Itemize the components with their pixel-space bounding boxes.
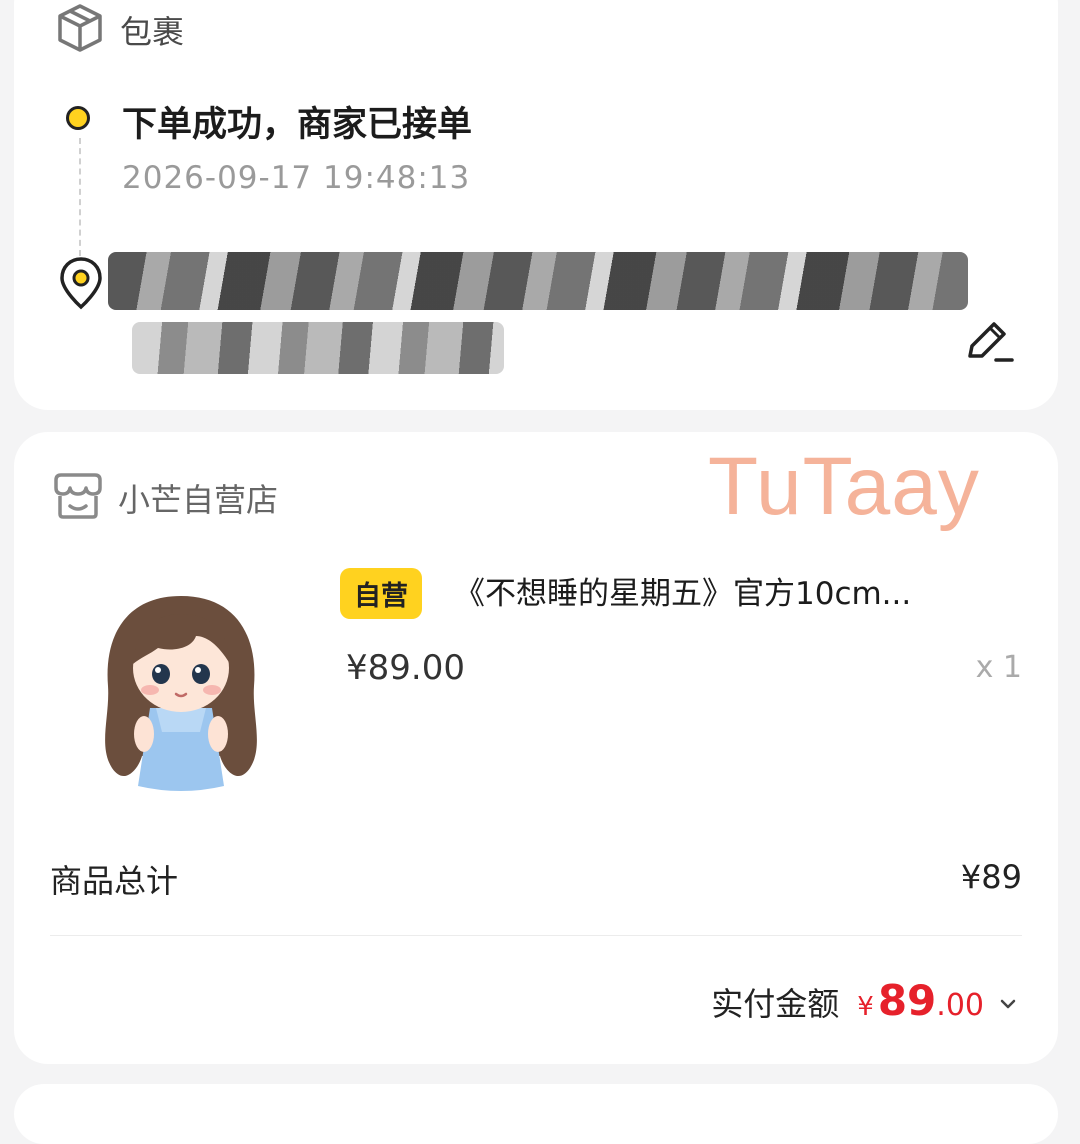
package-title: 包裹 [120, 13, 185, 51]
shop-header[interactable]: 小芒自营店 [52, 472, 278, 524]
product-thumbnail[interactable] [46, 556, 316, 826]
watermark-text: TuTaay [708, 441, 980, 532]
subtotal-value: ¥89 [960, 858, 1022, 896]
paid-amount-decimal: .00 [936, 988, 984, 1023]
package-header: 包裹 [54, 2, 184, 58]
redacted-address-line-2 [132, 322, 504, 374]
location-pin-icon [58, 256, 104, 314]
redacted-address-line-1 [108, 252, 968, 310]
order-status-title: 下单成功，商家已接单 [122, 105, 473, 145]
doll-illustration [105, 596, 257, 791]
box-icon [54, 2, 106, 58]
shop-order-card: 小芒自营店 TuTaay 自营 《不想睡的星期五》官方10cm... ¥89.0… [14, 432, 1058, 1064]
store-icon [52, 472, 104, 524]
status-dot [66, 106, 90, 130]
chevron-down-icon [998, 996, 1018, 1015]
edit-icon [960, 322, 1016, 370]
paid-amount-label: 实付金额 [711, 985, 840, 1023]
paid-amount-row[interactable]: 实付金额 ¥ 89 .00 [711, 976, 1018, 1025]
product-price: ¥89.00 [346, 648, 465, 688]
paid-amount-integer: 89 [877, 976, 937, 1025]
shop-name: 小芒自营店 [118, 481, 279, 519]
product-quantity: x 1 [975, 650, 1022, 685]
package-card: 包裹 下单成功，商家已接单 2026-09-17 19:48:13 [14, 0, 1058, 410]
divider [50, 935, 1022, 936]
timeline-line [79, 138, 81, 256]
paid-currency: ¥ [857, 992, 874, 1022]
order-status-time: 2026-09-17 19:48:13 [122, 160, 471, 196]
next-card-edge [14, 1084, 1058, 1144]
edit-address-button[interactable] [960, 316, 1016, 370]
subtotal-label: 商品总计 [50, 862, 179, 900]
product-title[interactable]: 《不想睡的星期五》官方10cm... [454, 568, 1034, 613]
self-operated-badge: 自营 [340, 568, 422, 619]
